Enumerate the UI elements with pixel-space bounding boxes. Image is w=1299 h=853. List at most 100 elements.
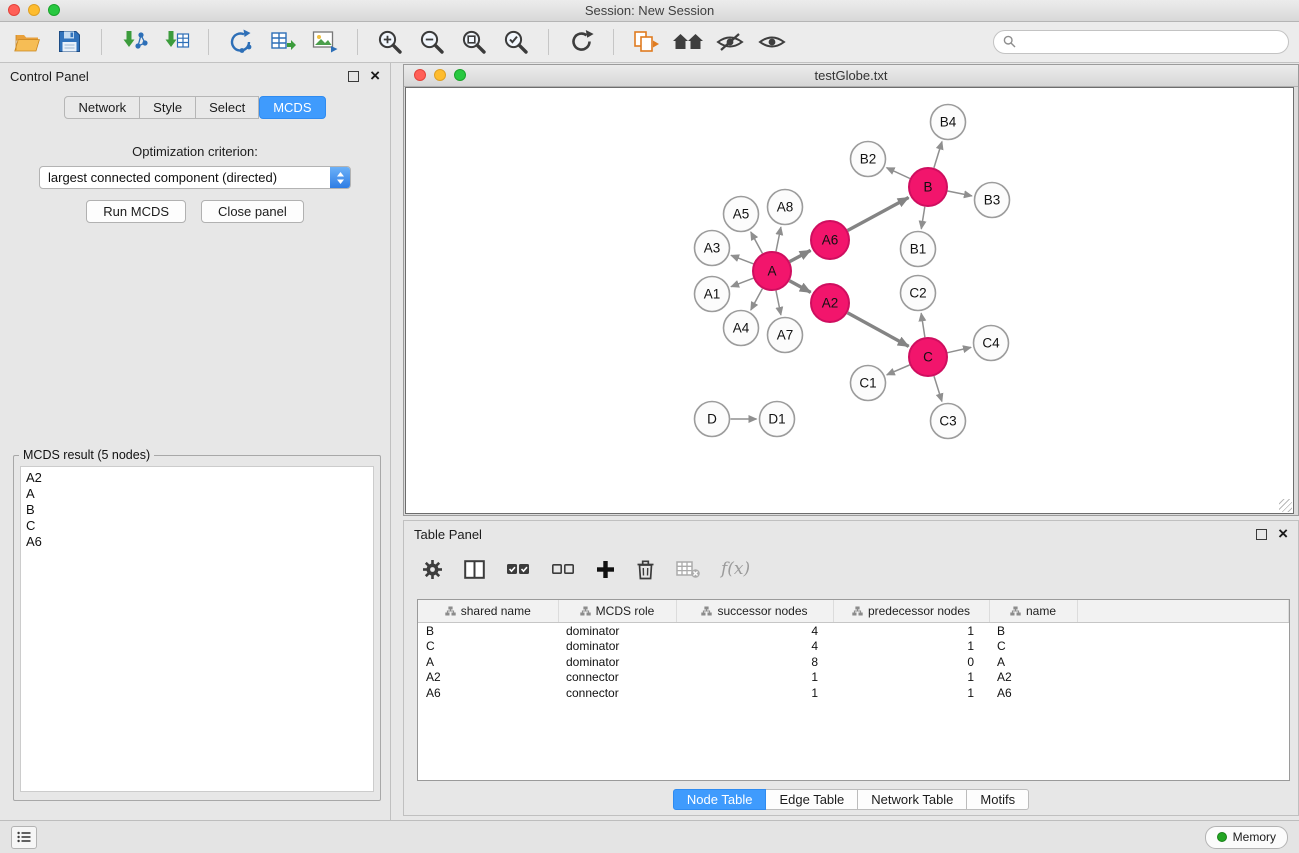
graph-node-C1[interactable]: C1	[851, 366, 886, 401]
graph-edge-B-B1[interactable]	[921, 207, 925, 229]
column-header-name[interactable]: name	[989, 600, 1077, 623]
close-window-button[interactable]	[8, 4, 20, 16]
criterion-dropdown[interactable]: largest connected component (directed)	[39, 166, 351, 189]
graph-node-A[interactable]: A	[753, 252, 791, 290]
graph-edge-A-A5[interactable]	[751, 232, 763, 253]
show-columns-button[interactable]	[464, 560, 485, 579]
graph-edge-A-A6[interactable]	[790, 250, 811, 261]
table-cell[interactable]: B	[989, 623, 1077, 639]
table-settings-button[interactable]	[422, 559, 443, 580]
graph-edge-C-C1[interactable]	[887, 365, 910, 375]
graph-node-C2[interactable]: C2	[901, 276, 936, 311]
memory-button[interactable]: Memory	[1205, 826, 1288, 849]
close-panel-icon[interactable]: ×	[370, 71, 380, 81]
table-row-A[interactable]: Adominator80A	[418, 654, 1289, 670]
graph-edge-A-A1[interactable]	[731, 278, 753, 287]
show-hide-panels-button[interactable]	[671, 25, 705, 59]
table-row-C[interactable]: Cdominator41C	[418, 639, 1289, 655]
table-cell[interactable]: 1	[833, 623, 989, 639]
table-cell[interactable]: dominator	[558, 639, 676, 655]
table-cell[interactable]: C	[989, 639, 1077, 655]
tab-mcds[interactable]: MCDS	[259, 96, 325, 119]
graph-node-B2[interactable]: B2	[851, 142, 886, 177]
run-mcds-button[interactable]: Run MCDS	[86, 200, 186, 223]
graph-node-A3[interactable]: A3	[695, 231, 730, 266]
graph-node-A4[interactable]: A4	[724, 311, 759, 346]
graph-edge-B-B2[interactable]	[887, 168, 910, 179]
table-cell[interactable]: A6	[418, 685, 558, 701]
graph-edge-B-B4[interactable]	[934, 142, 942, 168]
float-panel-icon[interactable]	[348, 71, 359, 82]
table-cell[interactable]: B	[418, 623, 558, 639]
result-list-item[interactable]: A6	[26, 534, 368, 550]
zoom-network-window-button[interactable]	[454, 69, 466, 81]
table-cell[interactable]: connector	[558, 670, 676, 686]
graph-node-A1[interactable]: A1	[695, 277, 730, 312]
add-row-button[interactable]	[596, 560, 615, 579]
zoom-out-button[interactable]	[415, 25, 449, 59]
column-header-predecessor-nodes[interactable]: predecessor nodes	[833, 600, 989, 623]
table-cell[interactable]: dominator	[558, 654, 676, 670]
table-cell[interactable]: connector	[558, 685, 676, 701]
table-row-A2[interactable]: A2connector11A2	[418, 670, 1289, 686]
open-documents-button[interactable]	[629, 25, 663, 59]
graph-edge-A-A7[interactable]	[776, 291, 781, 315]
task-history-button[interactable]	[11, 826, 37, 849]
table-cell[interactable]: 1	[676, 685, 833, 701]
zoom-selected-button[interactable]	[499, 25, 533, 59]
table-cell[interactable]: 4	[676, 623, 833, 639]
network-graph-svg[interactable]: B4B2BB3A8A5A6A3B1AC2A1A2A4A7C4CC1C3DD1	[406, 88, 1295, 515]
tab-network[interactable]: Network	[64, 96, 140, 119]
graph-node-C3[interactable]: C3	[931, 404, 966, 439]
table-cell[interactable]: A2	[989, 670, 1077, 686]
minimize-window-button[interactable]	[28, 4, 40, 16]
column-header-shared-name[interactable]: shared name	[418, 600, 558, 623]
graph-edge-C-C4[interactable]	[948, 347, 972, 352]
zoom-window-button[interactable]	[48, 4, 60, 16]
tab-motifs[interactable]: Motifs	[967, 789, 1029, 810]
result-list-item[interactable]: A2	[26, 470, 368, 486]
network-canvas[interactable]: B4B2BB3A8A5A6A3B1AC2A1A2A4A7C4CC1C3DD1	[405, 87, 1294, 514]
import-table-button[interactable]	[159, 25, 193, 59]
graph-node-B1[interactable]: B1	[901, 232, 936, 267]
delete-table-button[interactable]	[676, 560, 700, 579]
close-network-window-button[interactable]	[414, 69, 426, 81]
graph-node-A8[interactable]: A8	[768, 190, 803, 225]
zoom-fit-button[interactable]	[457, 25, 491, 59]
graph-node-A6[interactable]: A6	[811, 221, 849, 259]
toggle-graphics-details-button[interactable]	[713, 25, 747, 59]
tab-style[interactable]: Style	[140, 96, 196, 119]
graph-node-C[interactable]: C	[909, 338, 947, 376]
graph-edge-C-C3[interactable]	[934, 376, 942, 401]
table-cell[interactable]: A	[989, 654, 1077, 670]
column-header-MCDS-role[interactable]: MCDS role	[558, 600, 676, 623]
table-row-A6[interactable]: A6connector11A6	[418, 685, 1289, 701]
graph-edge-A-A3[interactable]	[731, 255, 753, 263]
table-cell[interactable]: 0	[833, 654, 989, 670]
graph-edge-C-C2[interactable]	[921, 313, 925, 337]
result-list-item[interactable]: A	[26, 486, 368, 502]
graph-node-A5[interactable]: A5	[724, 197, 759, 232]
zoom-in-button[interactable]	[373, 25, 407, 59]
deselect-all-rows-button[interactable]	[551, 562, 575, 576]
table-cell[interactable]: A	[418, 654, 558, 670]
tab-edge-table[interactable]: Edge Table	[766, 789, 858, 810]
graph-edge-A-A2[interactable]	[790, 281, 811, 293]
table-cell[interactable]: A6	[989, 685, 1077, 701]
search-input[interactable]	[1021, 34, 1279, 50]
node-table[interactable]: shared nameMCDS rolesuccessor nodesprede…	[417, 599, 1290, 781]
tab-select[interactable]: Select	[196, 96, 259, 119]
graph-edge-B-B3[interactable]	[948, 191, 972, 196]
tab-network-table[interactable]: Network Table	[858, 789, 967, 810]
graph-node-A7[interactable]: A7	[768, 318, 803, 353]
graph-edge-A6-B[interactable]	[848, 198, 909, 231]
graph-node-B3[interactable]: B3	[975, 183, 1010, 218]
export-image-button[interactable]	[308, 25, 342, 59]
graph-node-B[interactable]: B	[909, 168, 947, 206]
graph-node-C4[interactable]: C4	[974, 326, 1009, 361]
table-row-B[interactable]: Bdominator41B	[418, 623, 1289, 639]
minimize-network-window-button[interactable]	[434, 69, 446, 81]
table-cell[interactable]: 1	[676, 670, 833, 686]
delete-rows-button[interactable]	[636, 559, 655, 580]
column-header-successor-nodes[interactable]: successor nodes	[676, 600, 833, 623]
